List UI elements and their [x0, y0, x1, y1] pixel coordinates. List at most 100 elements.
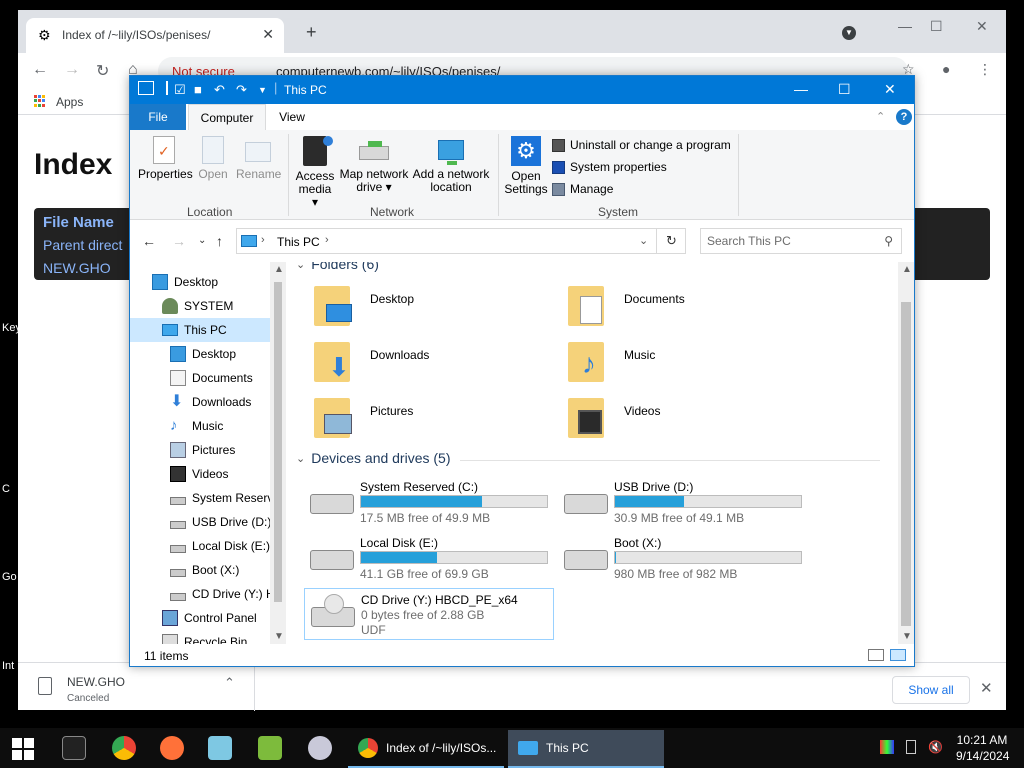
folder-pictures[interactable]: Pictures — [314, 398, 554, 446]
rename-button[interactable]: Rename — [236, 136, 281, 181]
scroll-up-icon[interactable]: ▲ — [274, 264, 284, 275]
nav-item-control-panel[interactable]: Control Panel — [162, 606, 257, 630]
minimize-icon[interactable]: — — [794, 81, 808, 97]
chrome-icon[interactable] — [112, 736, 136, 760]
properties-quick-icon[interactable]: ☑ — [174, 82, 186, 98]
drive-usb[interactable]: USB Drive (D:) 30.9 MB free of 49.1 MB — [558, 476, 808, 526]
table-row[interactable]: NEW.GHO — [43, 260, 111, 276]
folder-documents[interactable]: Documents — [568, 286, 808, 334]
address-path[interactable]: This PC — [277, 235, 320, 249]
chevron-right-icon[interactable]: › — [261, 234, 265, 246]
tab-search-icon[interactable]: ▼ — [842, 26, 856, 40]
nav-item-boot[interactable]: Boot (X:) — [170, 558, 239, 582]
nav-item-desktop[interactable]: Desktop — [170, 342, 236, 366]
navigation-scrollbar[interactable]: ▲ ▼ — [270, 262, 286, 644]
chevron-down-icon[interactable]: ⌄ — [296, 262, 305, 271]
back-icon[interactable]: ← — [32, 61, 48, 79]
add-network-location-button[interactable]: Add a network location — [412, 136, 490, 194]
nav-item-pictures[interactable]: Pictures — [170, 438, 235, 462]
help-icon[interactable]: ? — [896, 109, 912, 125]
uninstall-program-link[interactable]: Uninstall or change a program — [552, 138, 731, 152]
nav-item-system[interactable]: SYSTEM — [162, 294, 233, 318]
start-button[interactable] — [12, 738, 34, 760]
nav-item-recycle-bin[interactable]: Recycle Bin — [162, 630, 247, 644]
collapse-ribbon-icon[interactable]: ⌃ — [876, 110, 885, 123]
access-media-button[interactable]: Access media ▾ — [294, 136, 336, 209]
notepad-icon[interactable] — [208, 736, 232, 760]
new-folder-quick-icon[interactable]: ■ — [194, 82, 202, 97]
apps-link[interactable]: Apps — [56, 95, 83, 109]
search-box[interactable]: ⚲ — [700, 228, 902, 254]
apps-icon[interactable] — [34, 95, 46, 107]
drive-cd-y[interactable]: CD Drive (Y:) HBCD_PE_x64 0 bytes free o… — [304, 588, 554, 640]
redo-icon[interactable]: ↷ — [236, 82, 247, 98]
nav-item-cd-drive[interactable]: CD Drive (Y:) H — [170, 582, 275, 606]
nav-item-desktop-root[interactable]: Desktop — [152, 270, 218, 294]
show-all-button[interactable]: Show all — [892, 676, 970, 704]
chevron-right-icon[interactable]: › — [325, 234, 329, 246]
undo-icon[interactable]: ↶ — [214, 82, 225, 98]
open-button[interactable]: Open — [196, 136, 230, 181]
browser-tab[interactable]: ⚙ Index of /~lily/ISOs/penises/ ✕ — [26, 18, 284, 53]
devices-section-header[interactable]: ⌄ Devices and drives (5) — [296, 450, 451, 466]
tab-file[interactable]: File — [130, 104, 186, 130]
nav-item-usb-drive[interactable]: USB Drive (D:) — [170, 510, 271, 534]
chevron-down-icon[interactable]: ⌄ — [639, 234, 648, 247]
profile-icon[interactable]: ● — [942, 61, 950, 77]
scroll-down-icon[interactable]: ▼ — [902, 631, 912, 642]
details-view-icon[interactable] — [868, 649, 884, 661]
refresh-button[interactable]: ↻ — [656, 228, 686, 254]
folder-desktop[interactable]: Desktop — [314, 286, 554, 334]
open-settings-button[interactable]: ⚙ Open Settings — [504, 136, 548, 196]
maximize-icon[interactable]: ☐ — [838, 81, 851, 98]
taskbar-task-this-pc[interactable]: This PC — [508, 730, 664, 768]
chevron-up-icon[interactable]: ⌃ — [224, 675, 235, 691]
nav-item-local-disk[interactable]: Local Disk (E:) — [170, 534, 270, 558]
nav-item-documents[interactable]: Documents — [170, 366, 253, 390]
folder-music[interactable]: ♪ Music — [568, 342, 808, 390]
folders-section-header[interactable]: ⌄ Folders (6) — [296, 262, 379, 272]
forward-icon[interactable]: → — [172, 233, 186, 249]
minimize-icon[interactable]: — — [898, 18, 912, 34]
tab-computer[interactable]: Computer — [188, 104, 266, 130]
close-window-icon[interactable]: ✕ — [976, 18, 988, 35]
terminal-icon[interactable] — [62, 736, 86, 760]
chevron-down-icon[interactable]: ⌄ — [296, 452, 305, 465]
recent-locations-icon[interactable]: ⌄ — [198, 235, 206, 246]
scroll-up-icon[interactable]: ▲ — [902, 264, 912, 275]
nav-item-this-pc[interactable]: This PC — [130, 318, 270, 342]
customize-toolbar-icon[interactable]: ▼ — [258, 85, 267, 95]
close-window-icon[interactable]: ✕ — [884, 81, 896, 98]
menu-icon[interactable]: ⋮ — [978, 61, 992, 78]
paint-icon[interactable] — [308, 736, 332, 760]
scrollbar-thumb[interactable] — [901, 302, 911, 626]
system-properties-link[interactable]: System properties — [552, 160, 667, 174]
volume-muted-icon[interactable]: 🔇 — [928, 740, 943, 754]
folder-downloads[interactable]: ⬇ Downloads — [314, 342, 554, 390]
nav-item-music[interactable]: ♪ Music — [170, 414, 223, 438]
explorer-titlebar[interactable]: ☑ ■ ↶ ↷ ▼ | This PC — ☐ ✕ — [130, 76, 914, 104]
file-name-header[interactable]: File Name — [43, 214, 114, 231]
large-icons-view-icon[interactable] — [890, 649, 906, 661]
new-tab-icon[interactable]: + — [306, 22, 317, 43]
nav-item-downloads[interactable]: ⬇ Downloads — [170, 390, 251, 414]
table-row[interactable]: Parent direct — [43, 237, 122, 253]
tab-view[interactable]: View — [270, 104, 314, 130]
nav-item-system-reserved[interactable]: System Reserve — [170, 486, 280, 510]
manage-link[interactable]: Manage — [552, 182, 613, 196]
map-network-drive-button[interactable]: Map network drive ▾ — [338, 136, 410, 194]
drive-system-reserved[interactable]: System Reserved (C:) 17.5 MB free of 49.… — [304, 476, 554, 526]
close-tab-icon[interactable]: ✕ — [262, 26, 274, 43]
color-tray-icon[interactable] — [880, 740, 894, 754]
folder-videos[interactable]: Videos — [568, 398, 808, 446]
nav-item-videos[interactable]: Videos — [170, 462, 228, 486]
forward-icon[interactable]: → — [64, 61, 80, 79]
address-bar[interactable]: › This PC › ⌄ — [236, 228, 686, 254]
maximize-icon[interactable]: ☐ — [930, 18, 943, 35]
chart-app-icon[interactable] — [258, 736, 282, 760]
up-icon[interactable]: ↑ — [216, 233, 223, 249]
usb-tray-icon[interactable] — [906, 740, 916, 754]
firefox-icon[interactable] — [160, 736, 184, 760]
clock[interactable]: 10:21 AM 9/14/2024 — [956, 732, 1009, 764]
content-scrollbar[interactable]: ▲ ▼ — [898, 262, 914, 644]
